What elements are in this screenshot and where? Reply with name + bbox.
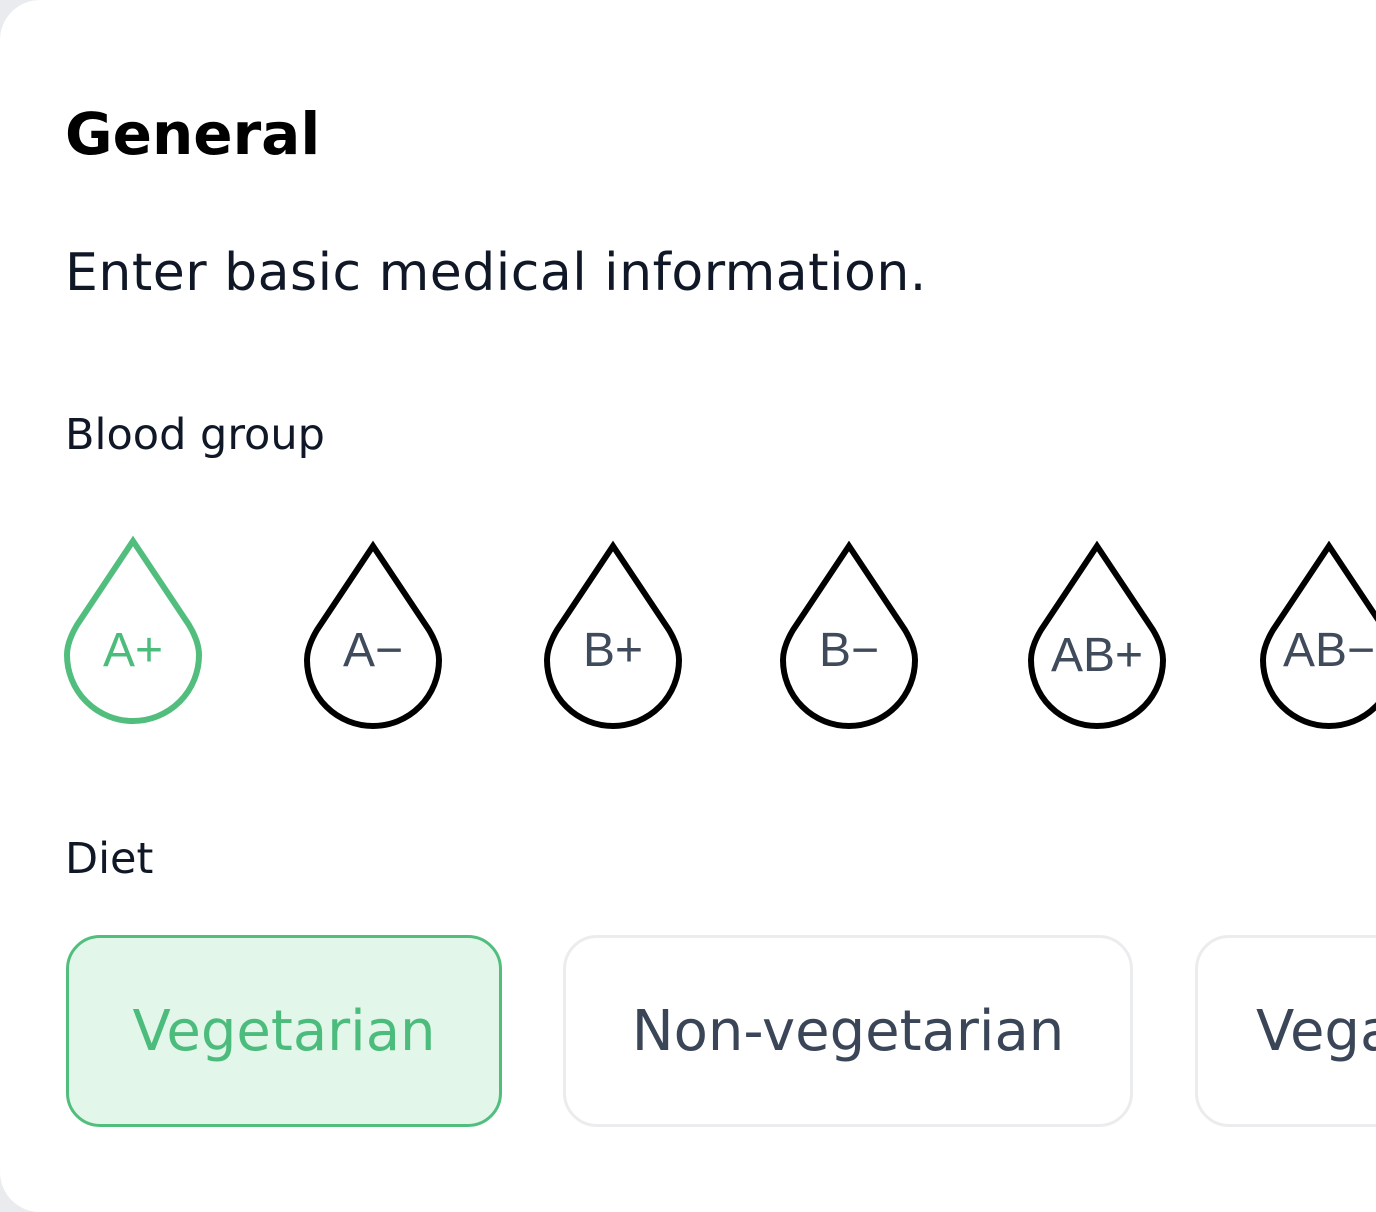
drop-label: A−	[342, 624, 404, 677]
diet-option-label: Vega	[1256, 998, 1376, 1064]
blood-group-label: Blood group	[65, 410, 325, 460]
drop-label: B−	[818, 624, 880, 677]
diet-option-label: Non-vegetarian	[631, 998, 1065, 1064]
diet-label: Diet	[65, 834, 154, 884]
diet-option-vegan[interactable]: Vega	[1195, 935, 1376, 1127]
section-subtitle: Enter basic medical information.	[65, 243, 927, 303]
blood-group-option-ab-negative[interactable]: AB−	[1259, 540, 1376, 736]
blood-group-option-a-negative[interactable]: A−	[303, 540, 443, 736]
section-title: General	[65, 100, 321, 168]
page: General Enter basic medical information.…	[0, 0, 1376, 1212]
blood-group-option-ab-positive[interactable]: AB+	[1027, 540, 1167, 736]
blood-group-option-b-negative[interactable]: B−	[779, 540, 919, 736]
general-card: General Enter basic medical information.…	[0, 0, 1376, 1212]
drop-label: AB+	[1050, 629, 1144, 682]
drop-label: AB−	[1282, 624, 1376, 677]
drop-label: A+	[102, 624, 164, 677]
diet-option-non-vegetarian[interactable]: Non-vegetarian	[563, 935, 1133, 1127]
diet-option-label: Vegetarian	[132, 998, 436, 1064]
drop-label: B+	[582, 624, 644, 677]
blood-group-option-b-positive[interactable]: B+	[543, 540, 683, 736]
blood-group-option-a-positive[interactable]: A+	[63, 535, 203, 731]
diet-option-vegetarian[interactable]: Vegetarian	[66, 935, 502, 1127]
